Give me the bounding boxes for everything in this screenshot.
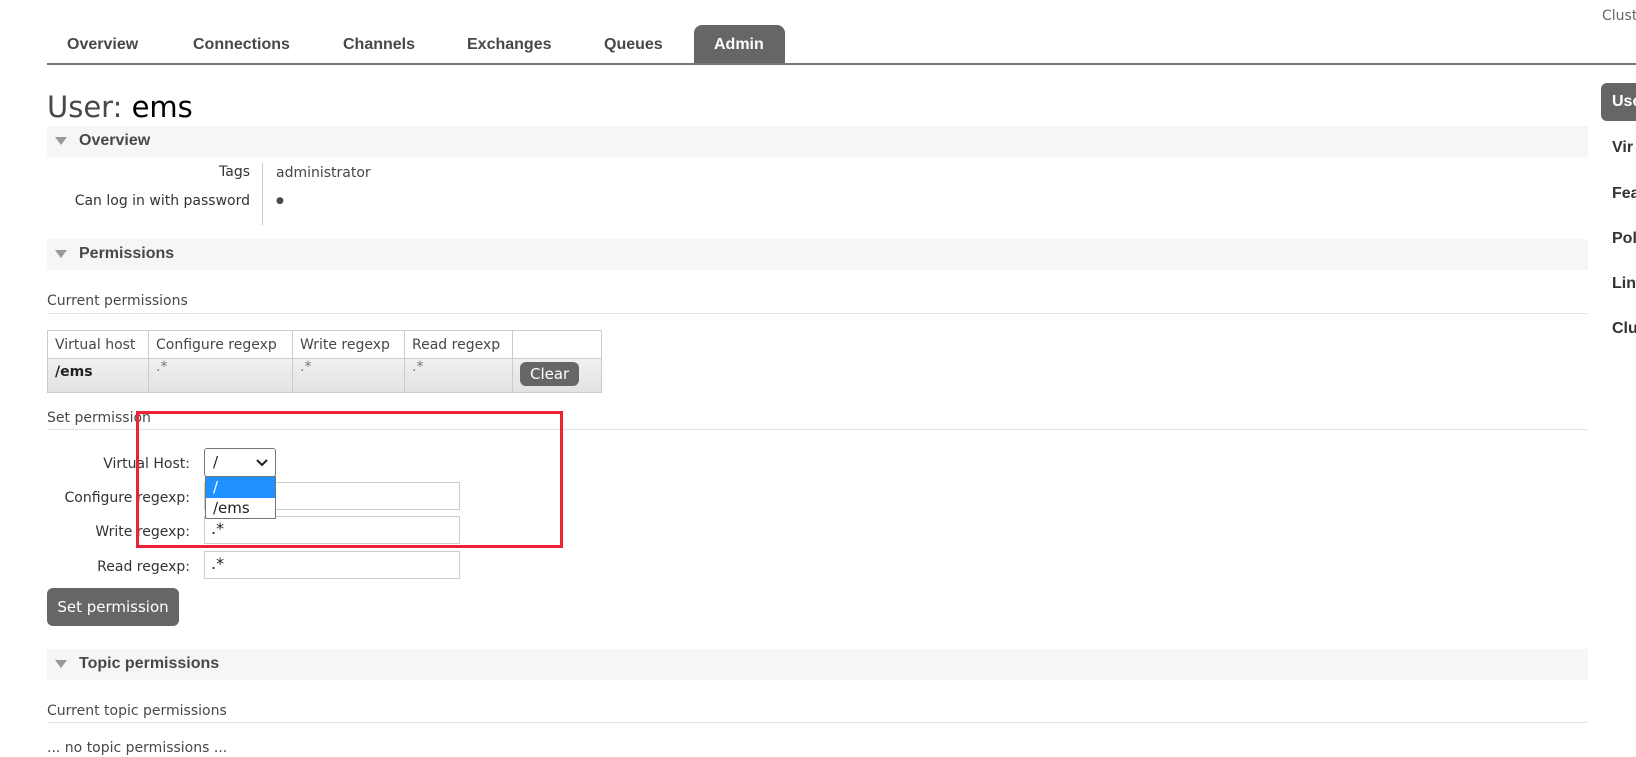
overview-header-label: Overview [79, 132, 151, 149]
tab-queues[interactable]: Queues [584, 25, 683, 64]
sidebar-item-cluster[interactable]: Clu [1612, 320, 1636, 338]
can-login-label: Can log in with password [74, 193, 250, 209]
col-write: Write regexp [292, 330, 405, 359]
col-action [512, 330, 602, 359]
page-title-name: ems [131, 90, 193, 124]
page-title: User: ems [47, 90, 193, 124]
read-regexp-input[interactable]: .* [204, 551, 460, 579]
cell-action: Clear [512, 358, 602, 393]
sidebar-item-policies[interactable]: Pol [1612, 230, 1636, 248]
overview-section-header[interactable]: Overview [47, 126, 1588, 157]
tab-connections[interactable]: Connections [173, 25, 310, 64]
col-virtual-host: Virtual host [47, 330, 149, 359]
sidebar-item-users[interactable]: Use [1601, 83, 1636, 121]
collapse-triangle-icon [55, 137, 67, 145]
topic-permissions-header-label: Topic permissions [79, 655, 220, 672]
topic-permissions-section-header[interactable]: Topic permissions [47, 649, 1588, 680]
sidebar-item-limits[interactable]: Lin [1612, 275, 1636, 293]
cell-vhost: /ems [47, 358, 149, 393]
read-label: Read regexp: [97, 559, 190, 575]
permissions-header-label: Permissions [79, 245, 175, 262]
tab-overview[interactable]: Overview [47, 25, 158, 64]
sidebar-item-virtual-hosts[interactable]: Vir [1612, 139, 1633, 157]
permissions-table: Virtual host Configure regexp Write rege… [47, 330, 602, 393]
page-title-prefix: User: [47, 90, 132, 124]
collapse-triangle-icon [55, 250, 67, 258]
table-header-row: Virtual host Configure regexp Write rege… [47, 330, 602, 359]
tags-value: administrator [276, 165, 371, 181]
divider [47, 313, 1588, 314]
current-permissions-label: Current permissions [47, 293, 188, 309]
sidebar-item-feature-flags[interactable]: Fea [1612, 185, 1636, 203]
tab-channels[interactable]: Channels [323, 25, 435, 64]
collapse-triangle-icon [55, 660, 67, 668]
table-row: /ems .* .* .* Clear [47, 358, 602, 393]
cell-configure: .* [148, 358, 293, 393]
overview-divider [262, 163, 263, 225]
nav-divider [47, 63, 1636, 65]
set-permission-button[interactable]: Set permission [47, 588, 179, 626]
col-configure: Configure regexp [148, 330, 293, 359]
tags-label: Tags [219, 164, 250, 180]
clear-button[interactable]: Clear [520, 362, 580, 386]
divider [47, 722, 1588, 723]
cell-read: .* [404, 358, 513, 393]
col-read: Read regexp [404, 330, 513, 359]
cluster-label: Clust [1602, 8, 1636, 24]
can-login-value: ● [276, 196, 284, 206]
current-topic-permissions-label: Current topic permissions [47, 703, 227, 719]
cell-write: .* [292, 358, 405, 393]
annotation-highlight-box [136, 411, 563, 548]
permissions-section-header[interactable]: Permissions [47, 239, 1588, 270]
no-topic-permissions-text: ... no topic permissions ... [47, 740, 228, 756]
sidebar-item-label: Use [1612, 93, 1636, 110]
tab-exchanges[interactable]: Exchanges [447, 25, 571, 64]
tab-admin[interactable]: Admin [694, 25, 785, 64]
